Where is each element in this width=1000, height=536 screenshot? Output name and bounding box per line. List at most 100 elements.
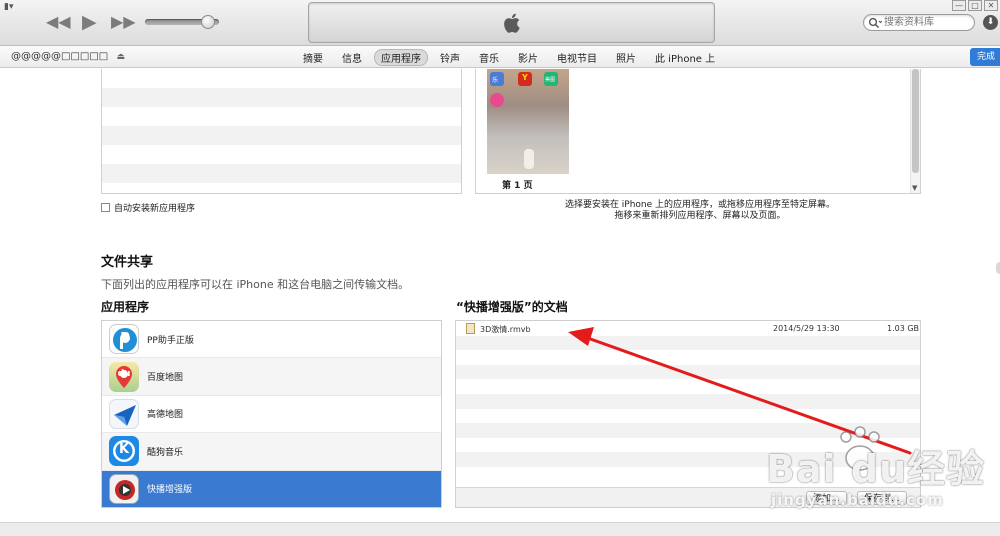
app-row[interactable]: du 百度地图 bbox=[102, 358, 441, 396]
document-row-background bbox=[456, 350, 920, 365]
next-track-icon[interactable]: ▶▶ bbox=[111, 12, 136, 32]
scroll-thumb[interactable] bbox=[912, 69, 919, 173]
device-name[interactable]: @@@@@□□□□□ ⏏ bbox=[11, 51, 125, 62]
downloads-icon[interactable]: ⬇ bbox=[983, 15, 998, 30]
tab-2[interactable]: 应用程序 bbox=[374, 49, 428, 66]
window-controls: — □ ✕ bbox=[952, 0, 998, 12]
list-row[interactable] bbox=[102, 183, 461, 193]
list-row[interactable] bbox=[102, 88, 461, 107]
file-sharing-app-list: P PP助手正版 du 百度地图高德地图 K 酷狗音乐快播增强版 bbox=[101, 320, 442, 508]
app-row[interactable]: P PP助手正版 bbox=[102, 321, 441, 359]
home-app-icon bbox=[490, 93, 504, 107]
file-sharing-title: 文件共享 bbox=[101, 255, 154, 270]
window-menu-icon[interactable]: ▮▾ bbox=[4, 2, 26, 14]
app-row[interactable]: 快播增强版 bbox=[102, 470, 441, 507]
app-name: 百度地图 bbox=[147, 373, 184, 384]
eject-icon[interactable]: ⏏ bbox=[116, 52, 125, 62]
app-row[interactable]: 高德地图 bbox=[102, 396, 441, 434]
app-name: 酷狗音乐 bbox=[147, 447, 184, 458]
home-screen-page-thumbnail[interactable]: 乐 Y 美图 bbox=[487, 69, 569, 174]
home-app-icon: Y bbox=[518, 72, 532, 86]
device-tabs: 摘要 信息 应用程序 铃声 音乐 影片 电视节目 照片此 iPhone 上 bbox=[296, 49, 727, 66]
app-row[interactable]: K 酷狗音乐 bbox=[102, 433, 441, 471]
volume-knob[interactable] bbox=[201, 15, 215, 29]
list-row[interactable] bbox=[102, 107, 461, 126]
auto-install-option[interactable]: 自动安装新应用程序 bbox=[101, 201, 195, 214]
home-app-icon: 美图 bbox=[544, 72, 558, 86]
itunes-window: ▮▾ ◀◀ ▶ ▶▶ — □ ✕ ⬇ @@@@@□□□ bbox=[0, 0, 1000, 536]
installed-apps-list[interactable] bbox=[101, 69, 462, 194]
list-row[interactable] bbox=[102, 145, 461, 164]
amap-icon bbox=[109, 398, 139, 429]
document-row-background bbox=[456, 423, 920, 438]
done-button[interactable]: 完成 bbox=[970, 48, 1000, 66]
file-icon bbox=[466, 323, 475, 334]
pp-assistant-icon: P bbox=[109, 324, 139, 355]
search-box[interactable] bbox=[863, 14, 975, 31]
document-row-background bbox=[456, 408, 920, 424]
install-hint: 选择要安装在 iPhone 上的应用程序，或拖移应用程序至特定屏幕。 拖移来重新… bbox=[520, 200, 880, 222]
search-input[interactable] bbox=[884, 16, 972, 29]
app-icon-text: P bbox=[120, 331, 130, 347]
apple-logo-icon bbox=[504, 13, 520, 33]
hint-line: 拖移来重新排列应用程序、屏幕以及页面。 bbox=[614, 211, 786, 221]
watermark-logo-text: Bai du经验 bbox=[766, 447, 986, 491]
app-name: 快播增强版 bbox=[147, 485, 193, 496]
auto-install-checkbox[interactable] bbox=[101, 203, 110, 212]
watermark-url: jingyan.baidu.com bbox=[771, 491, 944, 509]
volume-slider[interactable] bbox=[145, 15, 219, 29]
tab-7[interactable]: 照片 bbox=[609, 49, 643, 66]
file-sharing-description: 下面列出的应用程序可以在 iPhone 和这台电脑之间传输文档。 bbox=[101, 278, 410, 291]
home-scrollbar[interactable]: ▼ bbox=[910, 69, 920, 193]
status-bar bbox=[0, 522, 1000, 536]
player-toolbar: ▮▾ ◀◀ ▶ ▶▶ — □ ✕ ⬇ bbox=[0, 0, 1000, 46]
documents-header: “快播增强版”的文档 bbox=[456, 300, 568, 314]
document-row-background bbox=[456, 364, 920, 380]
hint-line: 选择要安装在 iPhone 上的应用程序，或拖移应用程序至特定屏幕。 bbox=[564, 200, 836, 210]
document-row-background bbox=[456, 394, 920, 409]
apps-header: 应用程序 bbox=[101, 300, 150, 314]
home-app-icon-label: Y bbox=[522, 73, 528, 82]
qvod-icon bbox=[109, 473, 139, 504]
tab-1[interactable]: 信息 bbox=[335, 49, 369, 66]
tab-3[interactable]: 铃声 bbox=[433, 49, 467, 66]
kugou-icon: K bbox=[109, 436, 139, 467]
tab-6[interactable]: 电视节目 bbox=[550, 49, 604, 66]
tab-8[interactable]: 此 iPhone 上 bbox=[648, 49, 722, 66]
home-app-icon-label: 美图 bbox=[545, 77, 556, 83]
search-icon[interactable] bbox=[868, 17, 882, 29]
home-screen-panel: 乐 Y 美图 第 1 页 ▼ bbox=[475, 69, 921, 194]
app-name: 高德地图 bbox=[147, 410, 184, 421]
document-row-background bbox=[456, 379, 920, 394]
scroll-down-icon[interactable]: ▼ bbox=[912, 184, 917, 192]
maximize-icon[interactable]: □ bbox=[968, 0, 982, 11]
home-app-icon-label: 乐 bbox=[492, 77, 499, 84]
baidu-map-icon: du bbox=[109, 361, 139, 392]
app-icon-text: du bbox=[117, 368, 131, 379]
list-row[interactable] bbox=[102, 69, 461, 88]
play-icon[interactable]: ▶ bbox=[82, 12, 97, 32]
tab-4[interactable]: 音乐 bbox=[472, 49, 506, 66]
tab-0[interactable]: 摘要 bbox=[296, 49, 330, 66]
previous-track-icon[interactable]: ◀◀ bbox=[46, 12, 71, 32]
app-name: PP助手正版 bbox=[147, 335, 194, 346]
document-date: 2014/5/29 13:30 bbox=[773, 324, 840, 333]
tab-5[interactable]: 影片 bbox=[511, 49, 545, 66]
minimize-icon[interactable]: — bbox=[952, 0, 966, 11]
list-row[interactable] bbox=[102, 126, 461, 145]
page-label: 第 1 页 bbox=[502, 181, 533, 191]
auto-install-label: 自动安装新应用程序 bbox=[114, 204, 196, 214]
document-row[interactable]: 3D激情.rmvb 2014/5/29 13:30 1.03 GB bbox=[456, 321, 920, 336]
close-icon[interactable]: ✕ bbox=[984, 0, 998, 11]
device-nav-bar: @@@@@□□□□□ ⏏ 摘要 信息 应用程序 铃声 音乐 影片 电视节目 照片此 iPhon… bbox=[0, 46, 1000, 68]
wallpaper-figure bbox=[524, 149, 534, 169]
list-row[interactable] bbox=[102, 164, 461, 183]
document-name: 3D激情.rmvb bbox=[480, 325, 531, 334]
now-playing-display bbox=[308, 2, 715, 43]
home-app-icon: 乐 bbox=[490, 72, 504, 86]
app-icon-text: K bbox=[118, 442, 130, 458]
side-scroll-handle[interactable] bbox=[996, 262, 1000, 274]
document-size: 1.03 GB bbox=[887, 324, 920, 333]
device-name-label: @@@@@□□□□□ bbox=[11, 51, 109, 62]
document-row-background bbox=[456, 335, 920, 351]
